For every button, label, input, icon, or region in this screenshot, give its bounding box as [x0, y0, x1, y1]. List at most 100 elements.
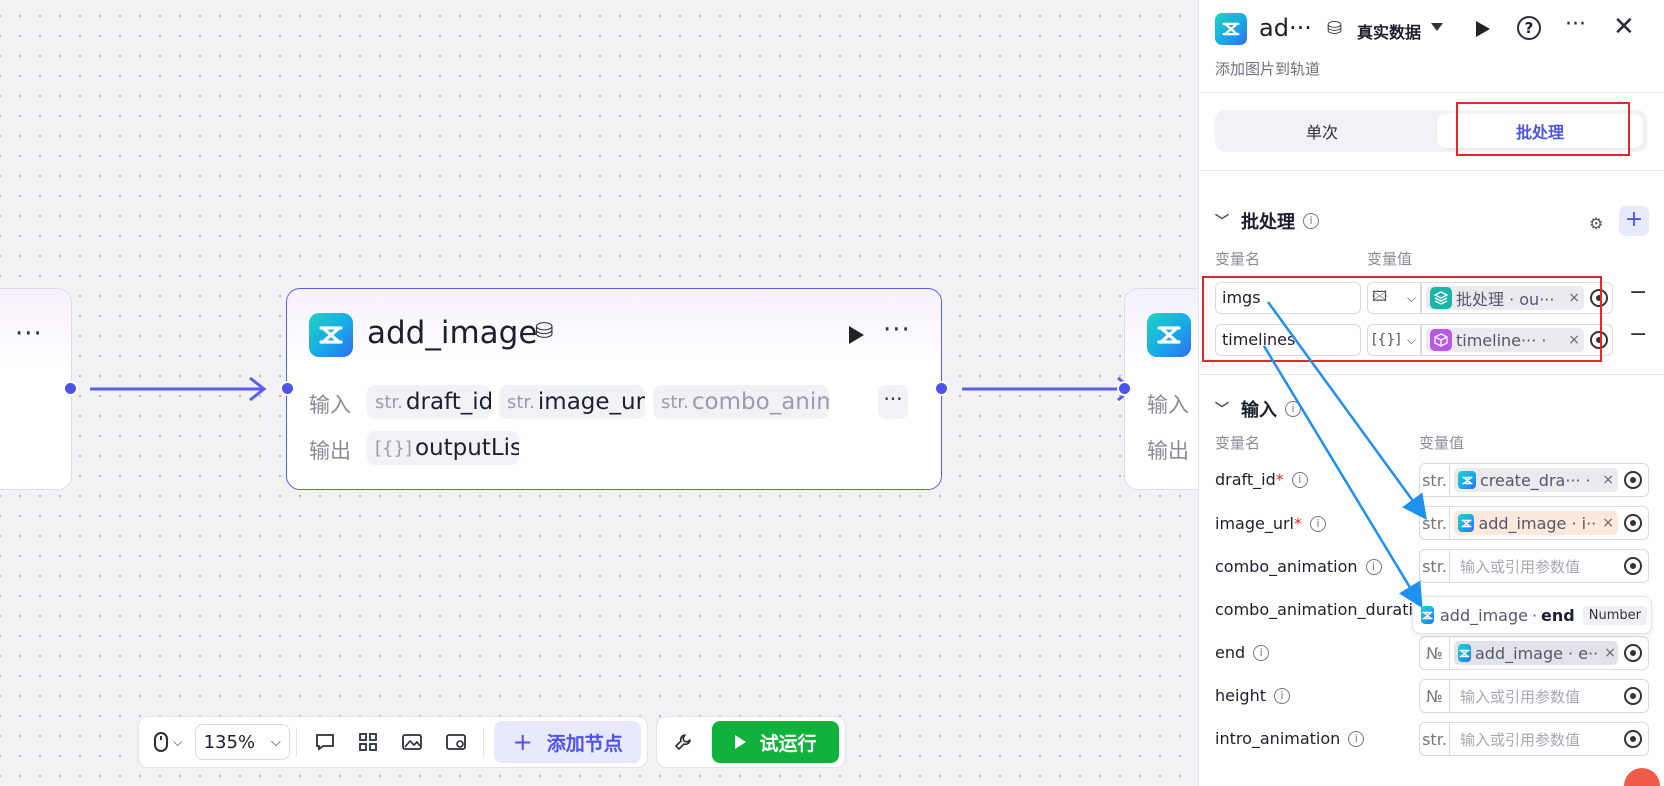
info-icon: i: [1310, 515, 1326, 532]
mouse-mode-button[interactable]: ⌵: [145, 723, 191, 761]
divider: [1199, 374, 1664, 375]
input-param-name: draft_id * i: [1215, 470, 1308, 489]
capcut-logo-icon: [1458, 514, 1475, 532]
input-value-field[interactable]: str. create_dra··· · ×: [1419, 463, 1649, 497]
node-title: add_image: [367, 315, 538, 351]
remove-row-button[interactable]: −: [1629, 280, 1647, 305]
plus-icon: +: [512, 728, 533, 756]
col-var-name: 变量名: [1215, 434, 1261, 452]
reference-chip[interactable]: create_dra··· · ×: [1454, 468, 1618, 492]
more-inputs-button[interactable]: ···: [878, 385, 908, 419]
reference-target-icon[interactable]: [1624, 730, 1642, 748]
chevron-down-icon: ﹀: [1215, 402, 1229, 418]
add-batch-variable-button[interactable]: +: [1619, 206, 1649, 236]
next-node-input-port[interactable]: [1117, 381, 1132, 396]
highlight-box: [1202, 276, 1602, 362]
comment-icon[interactable]: [303, 723, 347, 761]
add-node-button[interactable]: + 添加节点: [494, 721, 641, 763]
input-param-name: height i: [1215, 686, 1290, 705]
divider: [1199, 92, 1664, 93]
col-var-value: 变量值: [1419, 434, 1465, 452]
input-row-label: 输入: [1147, 393, 1189, 417]
store-icon: ⛁: [535, 319, 554, 344]
node-more-icon[interactable]: ···: [883, 315, 911, 345]
remove-icon[interactable]: ×: [1598, 645, 1616, 661]
capcut-logo-icon: [1215, 13, 1247, 45]
input-placeholder: 输入或引用参数值: [1460, 730, 1581, 749]
caret-down-icon[interactable]: [1431, 23, 1443, 31]
input-param-name: combo_animation_duratic: [1215, 600, 1422, 619]
add-image-output-port[interactable]: [934, 381, 949, 396]
canvas-toolbar: ⌵ 135% ⌵ + 添加节点: [138, 716, 648, 768]
chevron-down-icon: ﹀: [1215, 214, 1229, 230]
remove-icon[interactable]: ×: [1596, 515, 1614, 531]
info-icon: i: [1274, 687, 1290, 704]
inputs-section-header[interactable]: ﹀ 输入 i: [1215, 396, 1301, 422]
image-icon[interactable]: [390, 723, 434, 761]
info-icon: i: [1303, 213, 1319, 229]
info-icon: i: [1365, 558, 1382, 575]
input-value-field[interactable]: № add_image · e·· ×: [1419, 636, 1649, 670]
batch-section-header[interactable]: ﹀ 批处理 i: [1215, 208, 1319, 234]
tab-single[interactable]: 单次: [1219, 114, 1425, 148]
output-param-pill: [{}] outputList: [367, 431, 519, 465]
remove-icon[interactable]: ×: [1596, 472, 1614, 488]
mouse-icon: [154, 732, 169, 752]
reference-target-icon[interactable]: [1624, 557, 1642, 575]
input-value-field[interactable]: str. add_image · i·· ×: [1419, 506, 1649, 540]
input-param-name: combo_animation i: [1215, 557, 1382, 576]
reference-chip[interactable]: add_image · i·· ×: [1454, 511, 1618, 535]
more-icon[interactable]: ···: [1565, 12, 1586, 37]
capcut-logo-icon: [1458, 471, 1476, 489]
output-row-label: 输出: [1147, 439, 1189, 463]
input-param-name: end i: [1215, 643, 1270, 662]
reference-target-icon[interactable]: [1624, 514, 1642, 532]
try-run-button[interactable]: 试运行: [712, 721, 839, 763]
capcut-logo-icon: [1458, 644, 1471, 662]
output-row-label: 输出: [309, 439, 351, 463]
panel-title: ad···: [1259, 14, 1312, 42]
divider: [1199, 170, 1664, 171]
reference-suggestion-popup[interactable]: add_image · end Number: [1412, 596, 1652, 634]
reference-chip[interactable]: add_image · e·· ×: [1454, 641, 1618, 665]
add-image-node[interactable]: add_image ⛁ ··· 输入 str. draft_id str. im…: [286, 288, 942, 490]
layout-grid-icon[interactable]: [347, 723, 391, 761]
info-icon: i: [1348, 730, 1365, 747]
input-value-field[interactable]: № 输入或引用参数值: [1419, 679, 1649, 713]
input-param-pill: str. draft_id: [367, 385, 491, 419]
input-param-name: intro_animation i: [1215, 729, 1365, 748]
input-placeholder: 输入或引用参数值: [1460, 557, 1581, 576]
reference-target-icon[interactable]: [1624, 687, 1642, 705]
col-var-value: 变量值: [1367, 250, 1413, 268]
add-image-input-port[interactable]: [280, 381, 295, 396]
highlight-box: [1456, 102, 1630, 156]
chevron-down-icon: ⌵: [271, 734, 281, 750]
zoom-value: 135%: [203, 731, 256, 753]
wrench-icon[interactable]: [663, 723, 702, 761]
workflow-canvas[interactable]: ··· add_image ⛁ ··· 输入 str. draft_id str…: [0, 0, 1244, 786]
help-icon[interactable]: ?: [1517, 16, 1541, 40]
panel-subtitle: 添加图片到轨道: [1215, 60, 1321, 78]
gear-icon[interactable]: ⚙: [1589, 214, 1603, 233]
play-icon: [734, 735, 746, 749]
divider: [483, 728, 485, 756]
data-mode-select[interactable]: 真实数据: [1357, 19, 1421, 43]
close-icon[interactable]: ✕: [1613, 12, 1635, 42]
capcut-logo-icon: [1421, 606, 1434, 624]
info-icon: i: [1291, 471, 1308, 488]
minimap-icon[interactable]: [434, 723, 478, 761]
input-value-field[interactable]: str. 输入或引用参数值: [1419, 549, 1649, 583]
zoom-select[interactable]: 135% ⌵: [194, 724, 290, 760]
col-var-name: 变量名: [1215, 250, 1261, 268]
node-run-icon[interactable]: [841, 321, 869, 349]
input-row-label: 输入: [309, 393, 351, 417]
info-icon: i: [1285, 401, 1301, 417]
remove-row-button[interactable]: −: [1629, 322, 1647, 347]
reference-target-icon[interactable]: [1624, 644, 1642, 662]
capcut-logo-icon: [309, 313, 353, 357]
run-icon[interactable]: [1471, 18, 1493, 40]
reference-target-icon[interactable]: [1624, 471, 1642, 489]
input-value-field[interactable]: str. 输入或引用参数值: [1419, 722, 1649, 756]
input-param-pill: str. image_url: [499, 385, 645, 419]
run-toolbar: 试运行: [656, 716, 846, 768]
